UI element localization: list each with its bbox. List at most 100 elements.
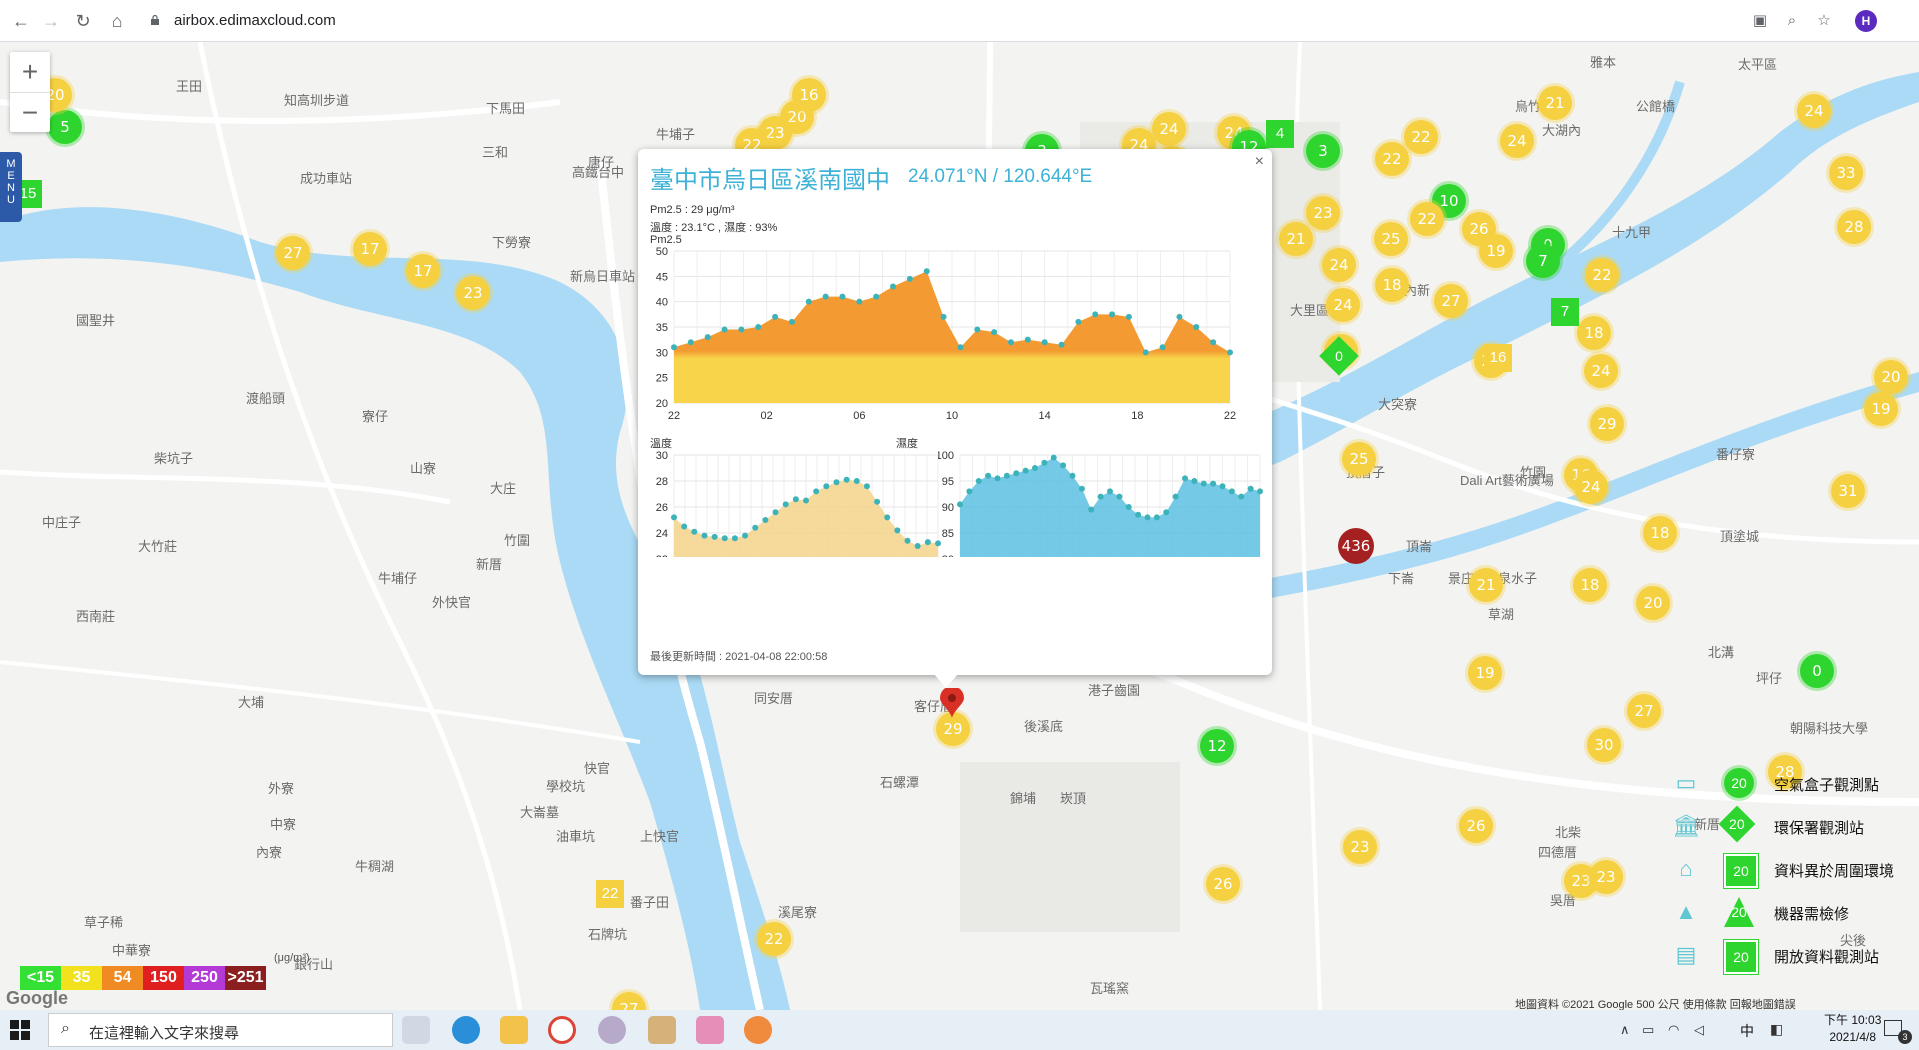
data-point[interactable] [788, 318, 795, 325]
sensor-marker[interactable]: 16 [792, 78, 826, 112]
data-point[interactable] [890, 283, 897, 290]
sensor-marker[interactable]: 21 [1538, 86, 1572, 120]
data-point[interactable] [1125, 313, 1132, 320]
tray-wifi-icon[interactable]: ◠ [1668, 1022, 1679, 1038]
data-point[interactable] [1182, 475, 1188, 482]
sensor-marker[interactable]: 18 [1375, 268, 1409, 302]
map-attribution[interactable]: 地圖資料 ©2021 Google 500 公尺 使用條款 回報地圖錯誤 [1515, 996, 1796, 1010]
data-point[interactable] [863, 483, 870, 490]
sensor-marker[interactable]: 24 [1322, 248, 1356, 282]
data-point[interactable] [957, 344, 964, 351]
sensor-marker[interactable]: 20 [1636, 586, 1670, 620]
abnormal-data-marker[interactable]: 4 [1266, 120, 1294, 148]
data-point[interactable] [701, 532, 708, 539]
data-point[interactable] [1116, 493, 1123, 500]
data-point[interactable] [975, 478, 982, 484]
sensor-marker[interactable]: 22 [757, 922, 791, 956]
data-point[interactable] [772, 509, 779, 516]
profile-avatar[interactable]: H [1855, 10, 1877, 32]
sensor-marker[interactable]: 22 [1585, 258, 1619, 292]
data-point[interactable] [894, 527, 901, 534]
data-point[interactable] [721, 535, 728, 542]
data-point[interactable] [1142, 349, 1149, 356]
sensor-marker[interactable]: 23 [1589, 860, 1623, 894]
data-point[interactable] [1109, 311, 1116, 318]
sensor-marker[interactable]: 3 [1306, 134, 1340, 168]
sensor-marker[interactable]: 18 [1577, 316, 1611, 350]
sensor-marker[interactable]: 26 [1206, 867, 1240, 901]
data-point[interactable] [731, 535, 738, 542]
file-explorer-icon[interactable] [500, 1016, 528, 1044]
sensor-marker[interactable]: 18 [1573, 568, 1607, 602]
data-point[interactable] [822, 293, 829, 300]
blender-icon[interactable] [744, 1016, 772, 1044]
data-point[interactable] [1097, 493, 1104, 500]
data-point[interactable] [1003, 472, 1010, 479]
sensor-marker[interactable]: 23 [1343, 830, 1377, 864]
windows-start-icon[interactable] [10, 1020, 30, 1040]
data-point[interactable] [782, 501, 789, 508]
data-point[interactable] [839, 293, 846, 300]
data-point[interactable] [1107, 488, 1113, 495]
sensor-marker[interactable]: 22 [1375, 142, 1409, 176]
data-point[interactable] [687, 339, 694, 346]
data-point[interactable] [1228, 488, 1235, 495]
data-point[interactable] [813, 488, 820, 495]
data-point[interactable] [721, 326, 728, 333]
data-point[interactable] [823, 483, 830, 490]
data-point[interactable] [1050, 454, 1057, 461]
sensor-marker[interactable]: 25 [1342, 442, 1376, 476]
data-point[interactable] [1024, 336, 1031, 343]
sensor-marker[interactable]: 28 [1837, 210, 1871, 244]
data-point[interactable] [1060, 462, 1067, 469]
sensor-marker[interactable]: 24 [1797, 94, 1831, 128]
sensor-marker[interactable]: 25 [1374, 222, 1408, 256]
close-icon[interactable]: × [1255, 153, 1264, 171]
sensor-marker[interactable]: 7 [1526, 244, 1560, 278]
data-point[interactable] [1135, 511, 1142, 518]
sensor-marker[interactable]: 19 [1864, 392, 1898, 426]
tray-chevron-icon[interactable]: ∧ [1620, 1022, 1630, 1038]
data-point[interactable] [1013, 470, 1020, 477]
sensor-marker[interactable]: 24 [1500, 124, 1534, 158]
sensor-marker[interactable]: 5 [48, 110, 82, 144]
data-point[interactable] [1193, 324, 1200, 330]
sensor-marker[interactable]: 436 [1338, 528, 1374, 564]
edge-icon[interactable] [452, 1016, 480, 1044]
sensor-marker[interactable]: 31 [1831, 474, 1865, 508]
bookmark-star-icon[interactable]: ☆ [1814, 11, 1834, 31]
taskbar-search[interactable]: ⌕ 在這裡輸入文字來搜尋 [48, 1013, 393, 1047]
zoom-icon[interactable]: ⌕ [1782, 11, 1802, 31]
data-point[interactable] [1041, 459, 1048, 466]
data-point[interactable] [833, 479, 840, 486]
sensor-marker[interactable]: 27 [1627, 694, 1661, 728]
sensor-marker[interactable]: 23 [456, 276, 490, 310]
data-point[interactable] [755, 324, 762, 330]
tray-network-icon[interactable]: ▭ [1642, 1022, 1654, 1038]
sensor-marker[interactable]: 24 [1574, 470, 1608, 504]
sensor-marker[interactable]: 19 [1479, 234, 1513, 268]
data-point[interactable] [853, 478, 860, 484]
sensor-marker[interactable]: 24 [1326, 288, 1360, 322]
sensor-marker[interactable]: 26 [1459, 809, 1493, 843]
data-point[interactable] [671, 344, 677, 351]
data-point[interactable] [1088, 506, 1095, 513]
data-point[interactable] [1191, 478, 1198, 484]
app-icon-5[interactable] [598, 1016, 626, 1044]
data-point[interactable] [1007, 339, 1014, 346]
data-point[interactable] [1247, 485, 1254, 492]
data-point[interactable] [772, 313, 779, 320]
sensor-marker[interactable]: 29 [1590, 407, 1624, 441]
chrome-icon[interactable] [548, 1016, 576, 1044]
sensor-marker[interactable]: 21 [1279, 222, 1313, 256]
sensor-marker[interactable]: 24 [1152, 112, 1186, 146]
sensor-marker[interactable]: 30 [1587, 728, 1621, 762]
tray-volume-icon[interactable]: ◁ [1694, 1022, 1704, 1038]
data-point[interactable] [1069, 472, 1076, 479]
back-icon[interactable]: ← [8, 8, 34, 34]
app-icon-6[interactable] [648, 1016, 676, 1044]
data-point[interactable] [738, 326, 745, 333]
data-point[interactable] [1092, 311, 1099, 318]
app-icon-7[interactable] [696, 1016, 724, 1044]
data-point[interactable] [940, 313, 947, 320]
